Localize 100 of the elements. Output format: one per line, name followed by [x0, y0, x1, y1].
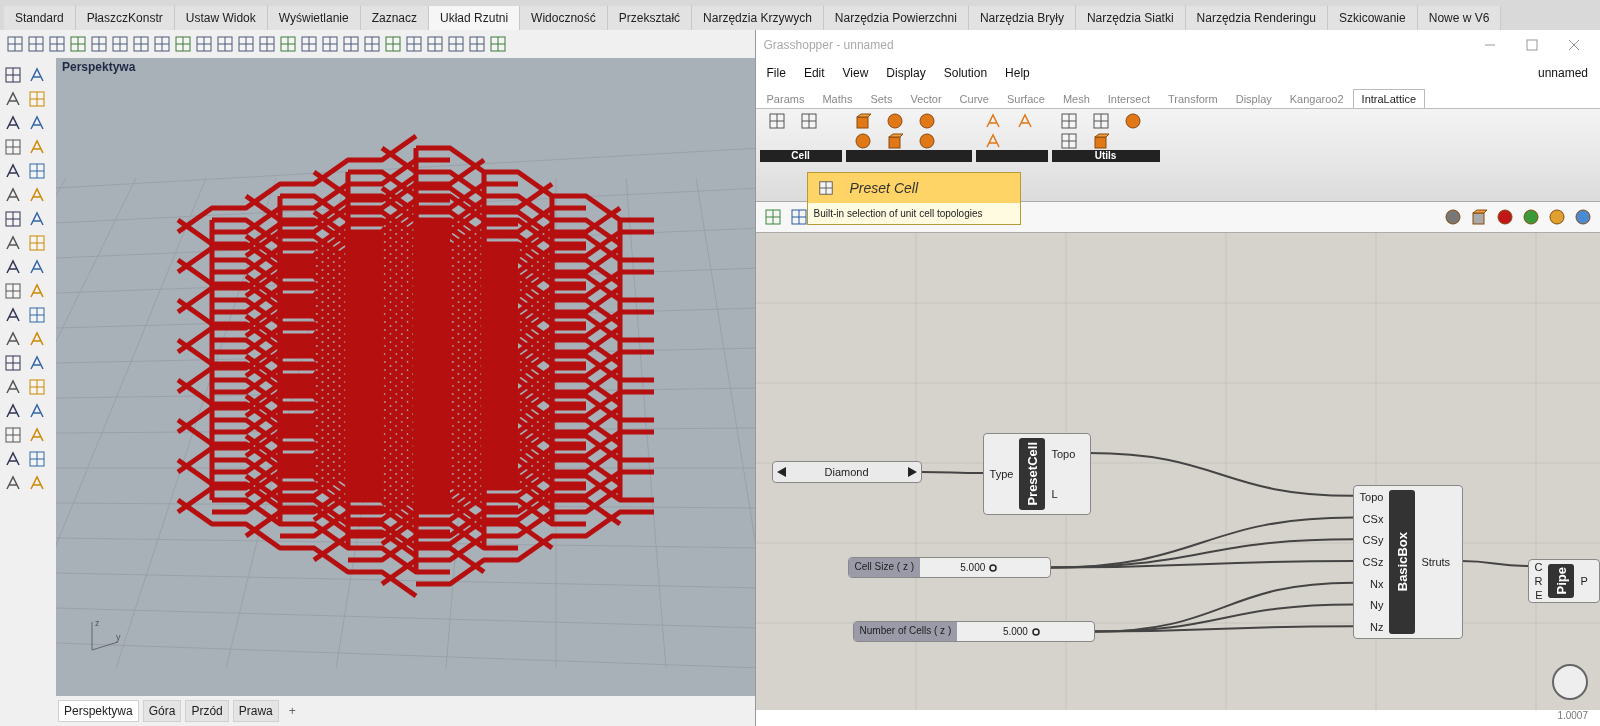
- layout-icon[interactable]: [363, 35, 381, 53]
- ribbon-tab[interactable]: Narzędzia Krzywych: [692, 6, 824, 30]
- ribbon-tab[interactable]: Wyświetlanie: [267, 6, 361, 30]
- tool-icon[interactable]: [4, 66, 22, 84]
- layout-icon[interactable]: [447, 35, 465, 53]
- component-tab[interactable]: Params: [757, 89, 814, 108]
- layout-icon[interactable]: [468, 35, 486, 53]
- lattice-icon[interactable]: [1059, 132, 1078, 150]
- menu-item[interactable]: File: [759, 64, 793, 82]
- ribbon-tab[interactable]: PłaszczKonstr: [75, 6, 175, 30]
- maximize-icon[interactable]: [1526, 39, 1538, 51]
- layout-icon[interactable]: [132, 35, 150, 53]
- tool-icon[interactable]: [28, 114, 46, 132]
- layout-icon[interactable]: [195, 35, 213, 53]
- input-port[interactable]: CSy: [1362, 534, 1384, 547]
- output-port[interactable]: Struts: [1421, 556, 1451, 568]
- input-port[interactable]: CSx: [1362, 512, 1384, 525]
- component-tab[interactable]: Sets: [861, 89, 902, 108]
- tool-icon[interactable]: [4, 90, 22, 108]
- tool-icon[interactable]: [28, 258, 46, 276]
- sphere-icon[interactable]: [1496, 208, 1514, 226]
- tool-icon[interactable]: [4, 186, 22, 204]
- viewport-tab[interactable]: Prawa: [232, 700, 279, 722]
- lattice-icon[interactable]: [767, 112, 786, 130]
- layout-icon[interactable]: [489, 35, 507, 53]
- layout-icon[interactable]: [342, 35, 360, 53]
- layout-icon[interactable]: [48, 35, 66, 53]
- input-port[interactable]: CSz: [1362, 555, 1384, 568]
- menu-item[interactable]: Display: [879, 64, 933, 82]
- right-arrow-icon[interactable]: [906, 467, 917, 477]
- layout-icon[interactable]: [384, 35, 402, 53]
- input-port[interactable]: Topo: [1359, 490, 1384, 503]
- tool-icon[interactable]: [4, 258, 22, 276]
- component-tab[interactable]: Maths: [813, 89, 862, 108]
- tool-icon[interactable]: [4, 210, 22, 228]
- sphere-icon[interactable]: [917, 132, 936, 150]
- component-tab[interactable]: Kangaroo2: [1280, 89, 1353, 108]
- tool-icon[interactable]: [28, 66, 46, 84]
- layout-icon[interactable]: [153, 35, 171, 53]
- component-node[interactable]: Topo CSx CSy CSz Nx Ny Nz BasicBox Struts: [1352, 485, 1463, 639]
- number-slider[interactable]: Number of Cells ( z ) 5.000: [852, 621, 1095, 642]
- input-port[interactable]: Ny: [1369, 599, 1384, 612]
- tool-icon[interactable]: [4, 354, 22, 372]
- tool-icon[interactable]: [28, 354, 46, 372]
- tool-icon[interactable]: [28, 402, 46, 420]
- component-tab[interactable]: Vector: [901, 89, 951, 108]
- lattice-icon[interactable]: [799, 112, 818, 130]
- node-canvas[interactable]: Diamond Cell Size ( z ) 5.000 Number of Cells ( z ) 5.000 Type PresetCell Topo L Topo CSx CSy CSz Nx Ny Nz BasicBox Struts C R E Pipe P: [755, 233, 1600, 710]
- sphere-icon[interactable]: [1444, 208, 1462, 226]
- slider-grip-icon[interactable]: [989, 564, 998, 572]
- layout-icon[interactable]: [237, 35, 255, 53]
- ribbon-tab[interactable]: Narzędzia Renderingu: [1185, 6, 1328, 30]
- ribbon-tab[interactable]: Narzędzia Siatki: [1075, 6, 1186, 30]
- sphere-icon[interactable]: [853, 132, 872, 150]
- tool-icon[interactable]: [4, 234, 22, 252]
- sphere-icon[interactable]: [1574, 208, 1592, 226]
- cube-icon[interactable]: [1470, 208, 1488, 226]
- input-port[interactable]: Nx: [1369, 577, 1384, 590]
- slider-grip-icon[interactable]: [1031, 628, 1040, 636]
- output-port[interactable]: P: [1580, 575, 1588, 587]
- component-tab[interactable]: Curve: [950, 89, 998, 108]
- tool-icon[interactable]: [4, 306, 22, 324]
- component-tab[interactable]: Display: [1226, 89, 1281, 108]
- cube-icon[interactable]: [1091, 132, 1110, 150]
- sphere-icon[interactable]: [1548, 208, 1566, 226]
- left-arrow-icon[interactable]: [776, 467, 787, 477]
- input-port[interactable]: R: [1534, 575, 1543, 587]
- input-port[interactable]: Nz: [1369, 621, 1384, 634]
- input-port[interactable]: Type: [989, 468, 1014, 480]
- value-list[interactable]: Diamond: [771, 461, 922, 483]
- ribbon-tab[interactable]: Narzędzia Powierzchni: [823, 6, 969, 30]
- number-slider[interactable]: Cell Size ( z ) 5.000: [847, 557, 1051, 578]
- layout-icon[interactable]: [258, 35, 276, 53]
- layout-icon[interactable]: [426, 35, 444, 53]
- ribbon-tab[interactable]: Układ Rzutni: [429, 6, 521, 30]
- lattice-icon[interactable]: [1091, 112, 1110, 130]
- perspective-viewport[interactable]: Perspektywa z y: [56, 58, 755, 696]
- menu-item[interactable]: Edit: [796, 64, 832, 82]
- input-port[interactable]: C: [1534, 561, 1543, 573]
- ribbon-tab[interactable]: Przekształć: [607, 6, 693, 30]
- component-tab[interactable]: Transform: [1158, 89, 1227, 108]
- sphere-icon[interactable]: [917, 112, 936, 130]
- layout-icon[interactable]: [300, 35, 318, 53]
- layout-icon[interactable]: [69, 35, 87, 53]
- document-name[interactable]: unnamed: [1537, 66, 1600, 80]
- close-icon[interactable]: [1568, 39, 1580, 51]
- viewport-tab[interactable]: Góra: [142, 700, 182, 722]
- tool-icon[interactable]: [4, 378, 22, 396]
- layout-icon[interactable]: [174, 35, 192, 53]
- component-tab[interactable]: Mesh: [1053, 89, 1099, 108]
- layout-icon[interactable]: [405, 35, 423, 53]
- tool-icon[interactable]: [4, 474, 22, 492]
- component-tab[interactable]: Surface: [997, 89, 1054, 108]
- add-tab-button[interactable]: +: [282, 704, 302, 718]
- cube-icon[interactable]: [853, 112, 872, 130]
- output-port[interactable]: L: [1051, 488, 1058, 500]
- cube-icon[interactable]: [885, 132, 904, 150]
- tool-icon[interactable]: [4, 402, 22, 420]
- menu-item[interactable]: View: [835, 64, 876, 82]
- menu-item[interactable]: Help: [998, 64, 1037, 82]
